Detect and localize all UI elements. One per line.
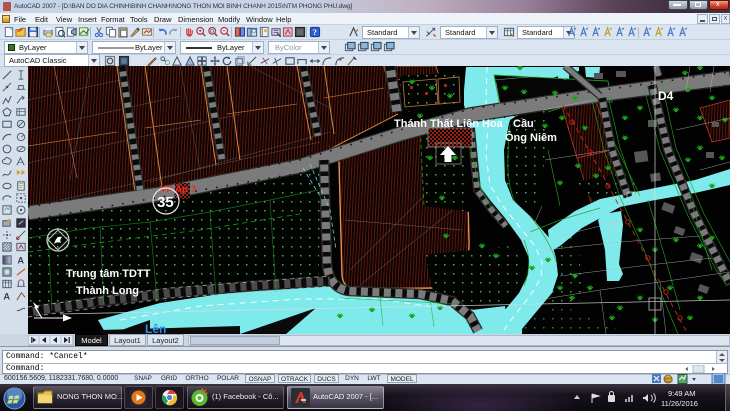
svg-text:Thành Long: Thành Long (76, 285, 139, 297)
svg-text:Lên: Lên (145, 322, 166, 334)
svg-text:A: A (17, 255, 24, 265)
svg-text:D4: D4 (658, 89, 674, 103)
svg-text:?: ? (313, 28, 317, 37)
svg-text:Ông Niêm: Ông Niêm (505, 131, 557, 144)
svg-text:Thánh Thất Liên Hoa: Thánh Thất Liên Hoa (394, 118, 504, 130)
svg-text:Trung tâm TDTT: Trung tâm TDTT (66, 268, 151, 280)
svg-text:Cầu: Cầu (513, 118, 534, 130)
svg-text:35: 35 (157, 194, 174, 211)
svg-text:A: A (3, 292, 10, 302)
